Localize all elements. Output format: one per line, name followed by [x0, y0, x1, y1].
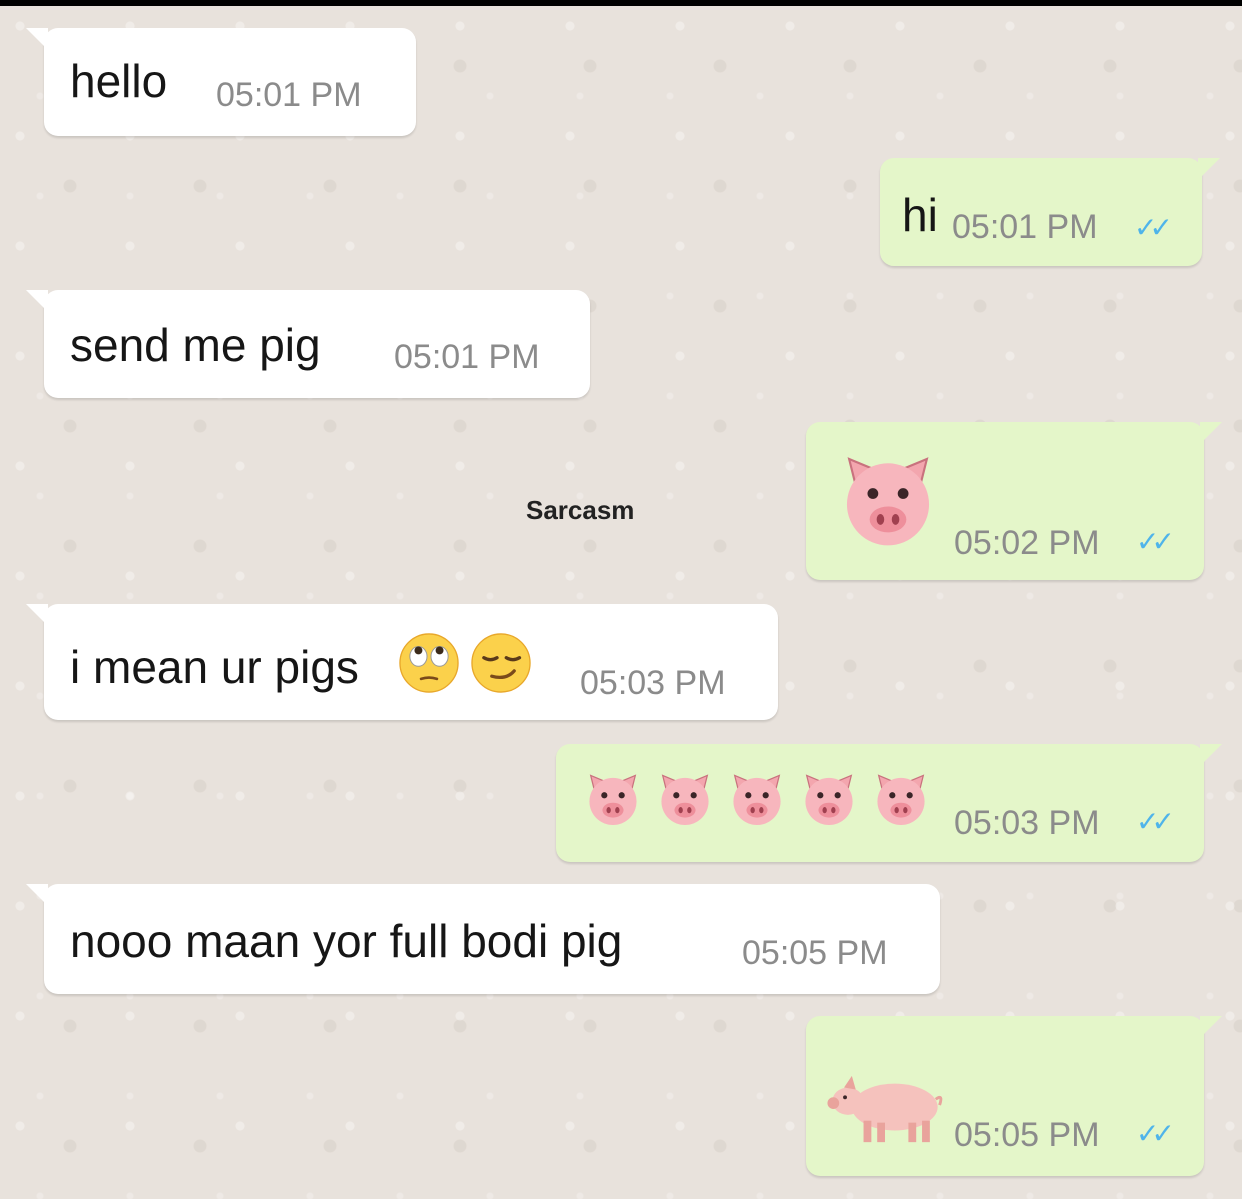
pig-face-icon	[726, 768, 788, 830]
outgoing-message[interactable]: 05:03 PM ✓✓	[556, 744, 1222, 862]
read-receipt-icon: ✓✓	[1136, 526, 1175, 557]
incoming-message[interactable]: nooo maan yor full bodi pig 05:05 PM	[26, 884, 940, 994]
pig-face-icon	[798, 768, 860, 830]
message-timestamp: 05:05 PM	[742, 934, 888, 972]
message-text: send me pig	[70, 319, 321, 371]
read-receipt-icon: ✓✓	[1136, 806, 1175, 837]
outgoing-message[interactable]: 05:05 PM ✓✓	[806, 1016, 1222, 1176]
incoming-message[interactable]: i mean ur pigs 05:03 PM	[26, 604, 778, 720]
message-timestamp: 05:02 PM	[954, 524, 1100, 562]
message-timestamp: 05:01 PM	[952, 208, 1098, 246]
message-text: hello	[70, 55, 168, 107]
incoming-message[interactable]: send me pig 05:01 PM	[26, 290, 590, 398]
message-timestamp: 05:05 PM	[954, 1116, 1100, 1154]
pig-face-icon	[870, 768, 932, 830]
outgoing-message[interactable]: hi 05:01 PM ✓✓	[880, 158, 1220, 266]
read-receipt-icon: ✓✓	[1134, 212, 1173, 243]
message-text: nooo maan yor full bodi pig	[70, 915, 623, 967]
watermark-text: Sarcasm	[526, 495, 635, 525]
outgoing-message[interactable]: 05:02 PM ✓✓	[806, 422, 1222, 580]
message-timestamp: 05:03 PM	[580, 664, 726, 702]
read-receipt-icon: ✓✓	[1136, 1118, 1175, 1149]
pig-face-icon	[582, 768, 644, 830]
message-timestamp: 05:03 PM	[954, 804, 1100, 842]
message-timestamp: 05:01 PM	[216, 76, 362, 114]
message-text: i mean ur pigs	[70, 641, 359, 693]
pig-face-icon	[654, 768, 716, 830]
face-with-rolling-eyes-icon	[396, 630, 462, 696]
incoming-message[interactable]: hello 05:01 PM	[26, 28, 416, 136]
smirking-face-icon	[468, 630, 534, 696]
message-timestamp: 05:01 PM	[394, 338, 540, 376]
pig-icon	[826, 1070, 944, 1148]
pig-face-icon	[834, 446, 942, 554]
message-text: hi	[902, 189, 938, 241]
